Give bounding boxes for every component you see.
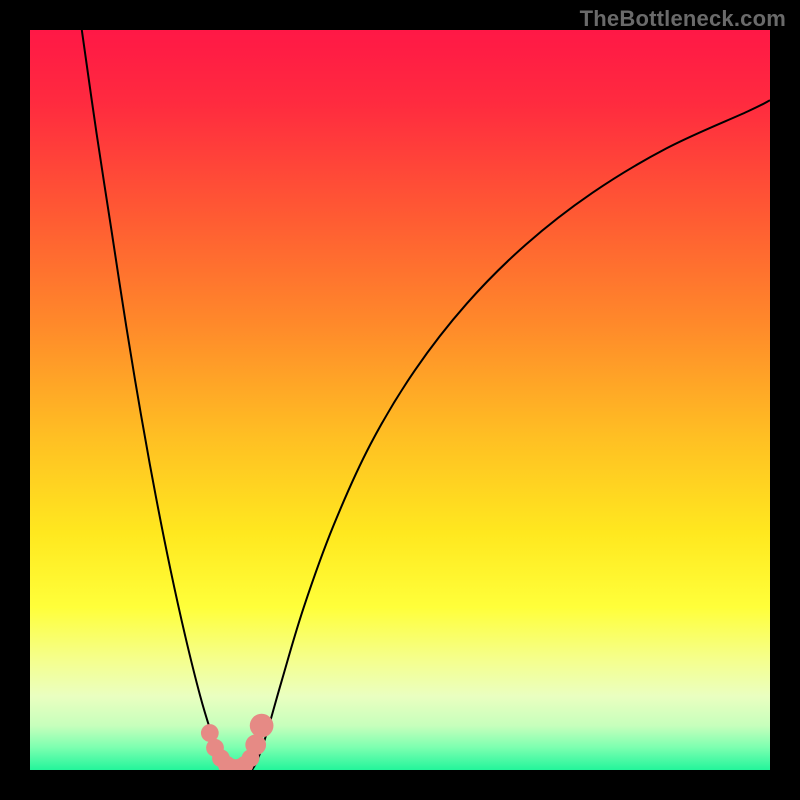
marker-dot xyxy=(250,714,274,738)
gradient-background xyxy=(30,30,770,770)
outer-frame: TheBottleneck.com xyxy=(0,0,800,800)
watermark-title: TheBottleneck.com xyxy=(580,6,786,32)
marker-dot xyxy=(245,734,266,755)
bottleneck-chart xyxy=(30,30,770,770)
plot-area xyxy=(30,30,770,770)
